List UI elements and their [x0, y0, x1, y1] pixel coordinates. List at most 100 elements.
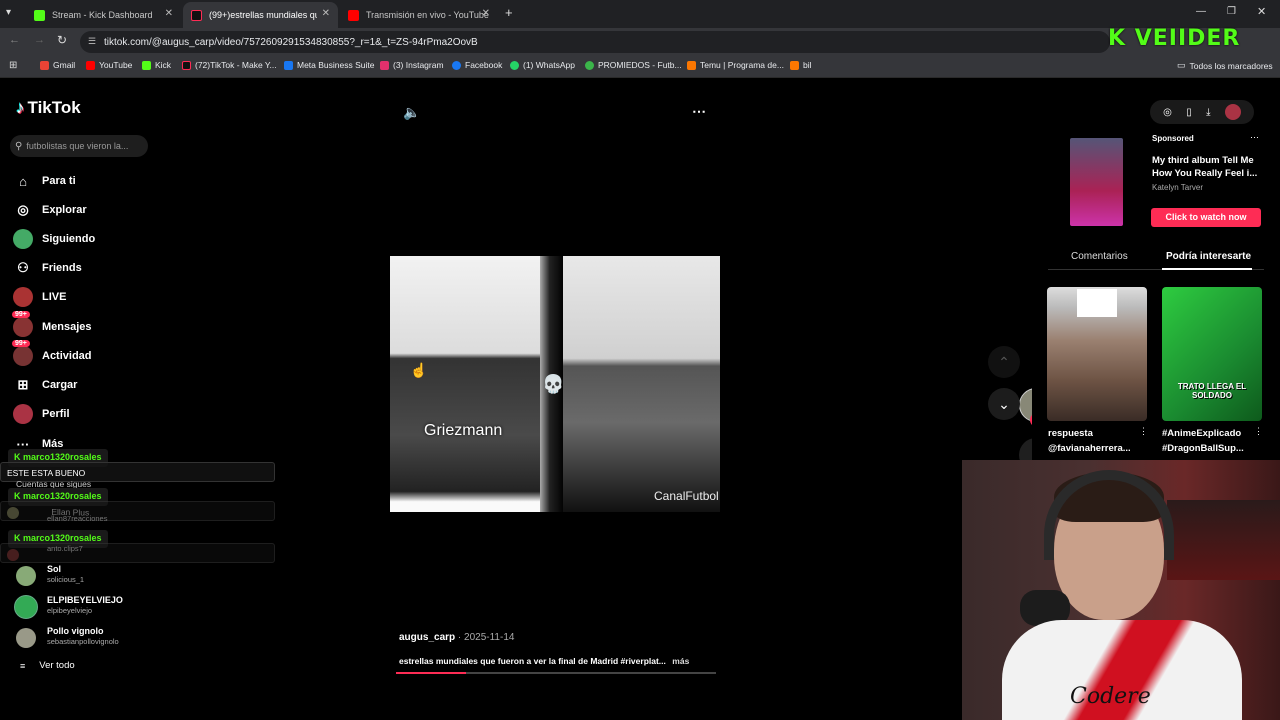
nav-actividad[interactable]: 99+ Actividad: [12, 340, 92, 366]
tab-youtube-live[interactable]: Transmisión en vivo - YouTube ✕: [340, 2, 498, 28]
search-icon: ⚲: [15, 140, 23, 152]
avatar: [13, 287, 33, 307]
bookmark-youtube[interactable]: YouTube: [86, 60, 132, 70]
video-caption: estrellas mundiales que fueron a ver la …: [399, 656, 690, 666]
author-name[interactable]: augus_carp: [399, 632, 455, 643]
kick-icon: K: [14, 533, 23, 543]
suggestion-thumb-1[interactable]: [1047, 287, 1147, 421]
nav-perfil[interactable]: Perfil: [13, 404, 70, 424]
prev-video-button[interactable]: ⌃: [988, 346, 1020, 378]
chevron-up-icon: ⌃: [998, 354, 1010, 370]
tab-podria-interesarte[interactable]: Podría interesarte: [1166, 251, 1251, 262]
back-button[interactable]: ←: [9, 34, 20, 46]
more-options-icon[interactable]: ⋯: [692, 103, 706, 120]
next-video-button[interactable]: ⌄: [988, 388, 1020, 420]
avatar: [13, 229, 33, 249]
close-window-button[interactable]: ✕: [1257, 5, 1266, 18]
profile-avatar[interactable]: [1224, 104, 1241, 120]
bookmark-gmail[interactable]: Gmail: [40, 60, 75, 70]
cursor-hand-icon: ☝: [410, 362, 428, 378]
video-progress-fill: [396, 672, 467, 674]
bookmark-whatsapp[interactable]: (1) WhatsApp: [510, 60, 575, 70]
tab-kick-dashboard[interactable]: Stream - Kick Dashboard ✕: [26, 2, 181, 28]
suggestion-thumb-2[interactable]: TRATO LLEGA EL SOLDADO: [1162, 287, 1262, 421]
following-item[interactable]: ELPIBEYELVIEJO elpibeyelviejo: [14, 595, 236, 619]
bookmark-meta-business[interactable]: Meta Business Suite: [284, 60, 374, 70]
tiktok-sidebar: ♪ TikTok ⚲ futbolistas que vieron la... …: [0, 80, 290, 720]
nav-live[interactable]: LIVE: [13, 287, 66, 307]
compass-icon: ◎: [17, 202, 29, 217]
nav-friends[interactable]: ⚇ Friends: [14, 259, 82, 277]
tab-comentarios[interactable]: Comentarios: [1071, 251, 1128, 262]
reload-button[interactable]: ↻: [57, 33, 67, 47]
following-item[interactable]: Sol solicious_1: [16, 564, 216, 588]
minimize-button[interactable]: —: [1196, 6, 1206, 17]
ad-more-icon[interactable]: ⋯: [1250, 132, 1259, 143]
close-tab-icon[interactable]: ✕: [482, 8, 490, 19]
search-input[interactable]: futbolistas que vieron la...: [26, 141, 128, 151]
close-tab-icon[interactable]: ✕: [165, 8, 173, 19]
home-icon: ⌂: [19, 173, 27, 189]
suggestion-more-icon[interactable]: ⋮: [1139, 426, 1148, 437]
skull-emoji: 💀: [542, 374, 565, 394]
browser-tab-bar: ▾ Stream - Kick Dashboard ✕ (99+)estrell…: [0, 0, 1280, 28]
address-bar[interactable]: ☰ tiktok.com/@augus_carp/video/757260929…: [80, 31, 1110, 53]
nav-siguiendo[interactable]: Siguiendo: [13, 229, 95, 249]
video-label-player: Griezmann: [424, 422, 503, 439]
compass-icon[interactable]: ◎: [1163, 107, 1172, 118]
avatar: [14, 595, 38, 619]
video-panel-right: [563, 256, 720, 512]
forward-button[interactable]: →: [34, 34, 45, 46]
see-all-link[interactable]: ≡ Ver todo: [20, 660, 75, 671]
search-box[interactable]: ⚲ futbolistas que vieron la...: [10, 135, 148, 157]
volume-icon[interactable]: 🔈: [403, 104, 420, 121]
bookmark-promiedos[interactable]: PROMIEDOS - Futb...: [585, 60, 682, 70]
kick-icon: K: [14, 491, 23, 501]
thumb-overlay-text: TRATO LLEGA EL SOLDADO: [1177, 382, 1247, 400]
avatar: [16, 566, 36, 586]
suggestion-more-icon[interactable]: ⋮: [1254, 426, 1263, 437]
sponsored-card[interactable]: Sponsored ⋯ My third album Tell Me How Y…: [1048, 132, 1263, 228]
bookmark-temu[interactable]: Temu | Programa de...: [687, 60, 784, 70]
tiktok-note-icon: ♪: [16, 98, 25, 117]
new-tab-button[interactable]: +: [505, 5, 513, 20]
avatar: [7, 549, 19, 561]
instagram-icon: [380, 60, 389, 70]
bookmark-kick[interactable]: Kick: [142, 60, 171, 70]
following-handle: ellan87reacciones: [47, 514, 108, 523]
ad-cta-button[interactable]: Click to watch now: [1151, 208, 1261, 227]
video-player[interactable]: Griezmann 💀 CanalFutbol: [390, 256, 720, 512]
active-tab-indicator: [1162, 268, 1252, 270]
stream-overlay-logo: K VEIIDER: [1108, 26, 1241, 51]
browser-toolbar: ← → ↻ ☰ tiktok.com/@augus_carp/video/757…: [0, 28, 1280, 56]
apps-icon[interactable]: ⊞: [9, 60, 17, 71]
url-text: tiktok.com/@augus_carp/video/75726092915…: [104, 36, 478, 48]
maximize-button[interactable]: ❐: [1227, 6, 1236, 17]
meta-icon: [284, 60, 293, 70]
device-icon[interactable]: ▯: [1186, 107, 1192, 118]
bookmark-facebook[interactable]: Facebook: [452, 60, 502, 70]
tiktok-logo[interactable]: ♪ TikTok: [16, 98, 81, 118]
download-icon[interactable]: ⤓: [1206, 107, 1210, 118]
avatar: [16, 628, 36, 648]
bookmark-bil[interactable]: bil: [790, 60, 812, 70]
video-progress-bar[interactable]: [396, 672, 716, 674]
ad-thumbnail: [1070, 138, 1123, 226]
caption-more-link[interactable]: más: [672, 656, 689, 666]
nav-mensajes[interactable]: 99+ Mensajes: [12, 311, 92, 337]
bookmark-tiktok[interactable]: (72)TikTok - Make Y...: [182, 60, 277, 70]
all-bookmarks[interactable]: ▭ Todos los marcadores: [1177, 60, 1273, 71]
site-info-icon[interactable]: ☰: [88, 36, 96, 47]
following-item[interactable]: Pollo vignolo sebastianpollovignolo: [16, 626, 236, 650]
close-tab-icon[interactable]: ✕: [322, 8, 330, 19]
following-handle: sebastianpollovignolo: [47, 637, 119, 646]
tab-search-button[interactable]: ▾: [6, 7, 11, 18]
bookmark-instagram[interactable]: (3) Instagram: [380, 60, 444, 70]
tab-tiktok[interactable]: (99+)estrellas mundiales que fu ✕: [183, 2, 338, 28]
nav-cargar[interactable]: ⊞ Cargar: [14, 376, 78, 394]
nav-explorar[interactable]: ◎ Explorar: [14, 201, 86, 219]
tiktok-icon: [182, 60, 191, 70]
nav-para-ti[interactable]: ⌂ Para ti: [14, 172, 76, 190]
video-author-line: augus_carp · 2025-11-14: [399, 632, 514, 643]
youtube-icon: [86, 60, 95, 70]
